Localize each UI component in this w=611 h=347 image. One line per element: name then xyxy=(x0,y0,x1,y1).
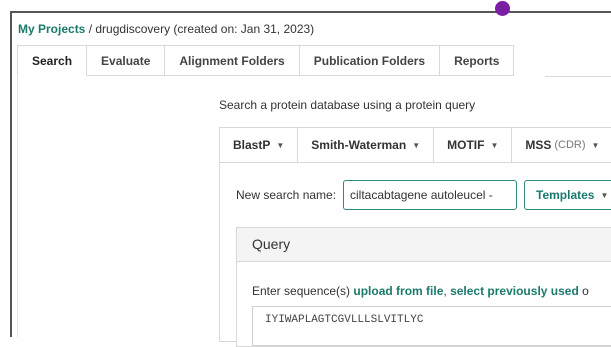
query-title: Query xyxy=(252,236,291,252)
select-previously-used-link[interactable]: select previously used xyxy=(450,284,579,298)
breadcrumb-my-projects-link[interactable]: My Projects xyxy=(18,22,85,36)
breadcrumb-separator: / xyxy=(85,22,96,36)
algorithm-tab-label: MOTIF xyxy=(447,138,485,152)
search-subtitle: Search a protein database using a protei… xyxy=(219,98,476,112)
sequence-textarea[interactable]: IYIWAPLAGTCGVLLLSLVITLYC xyxy=(252,306,611,346)
algorithm-tab-mss[interactable]: MSS (CDR) ▼ xyxy=(512,128,611,162)
algorithm-tab-label: Smith-Waterman xyxy=(311,138,407,152)
caret-down-icon: ▼ xyxy=(490,140,499,150)
tab-search[interactable]: Search xyxy=(17,45,88,76)
caret-down-icon: ▼ xyxy=(591,140,600,150)
instructions-trailing: o xyxy=(578,284,589,298)
algorithm-tabs: BlastP ▼ Smith-Waterman ▼ MOTIF ▼ MSS (C… xyxy=(219,127,611,163)
query-panel-header xyxy=(237,228,611,262)
notification-dot-icon[interactable] xyxy=(495,1,510,16)
window-border-left xyxy=(10,11,12,337)
caret-down-icon: ▼ xyxy=(276,140,285,150)
tabs-baseline xyxy=(545,76,611,77)
algorithm-tab-label: MSS xyxy=(525,138,552,152)
panel-left-border xyxy=(17,76,18,337)
window-border-top xyxy=(10,11,611,13)
tab-reports[interactable]: Reports xyxy=(440,45,515,76)
algorithm-tab-label: BlastP xyxy=(233,138,271,152)
tab-publication-folders[interactable]: Publication Folders xyxy=(299,45,441,76)
caret-down-icon: ▼ xyxy=(600,190,609,200)
breadcrumb-current-project: drugdiscovery (created on: Jan 31, 2023) xyxy=(95,22,315,36)
algorithm-tab-motif[interactable]: MOTIF ▼ xyxy=(434,128,513,162)
instructions-text: Enter sequence(s) xyxy=(252,284,354,298)
templates-dropdown-button[interactable]: Templates ▼ xyxy=(524,180,611,210)
algorithm-tab-smith-waterman[interactable]: Smith-Waterman ▼ xyxy=(298,128,435,162)
tab-alignment-folders[interactable]: Alignment Folders xyxy=(165,45,300,76)
templates-label: Templates xyxy=(536,188,595,202)
algorithm-tab-sublabel: (CDR) xyxy=(554,139,586,151)
algorithm-tab-blastp[interactable]: BlastP ▼ xyxy=(220,128,299,162)
window-top-bar xyxy=(0,0,611,11)
caret-down-icon: ▼ xyxy=(412,140,421,150)
sequence-instructions: Enter sequence(s) upload from file, sele… xyxy=(252,284,589,298)
search-name-label: New search name: xyxy=(236,188,337,202)
tab-evaluate[interactable]: Evaluate xyxy=(87,45,166,76)
search-name-input[interactable] xyxy=(343,180,517,210)
upload-from-file-link[interactable]: upload from file xyxy=(353,284,443,298)
breadcrumb: My Projects / drugdiscovery (created on:… xyxy=(18,22,314,36)
main-tabs: Search Evaluate Alignment Folders Public… xyxy=(17,45,515,77)
